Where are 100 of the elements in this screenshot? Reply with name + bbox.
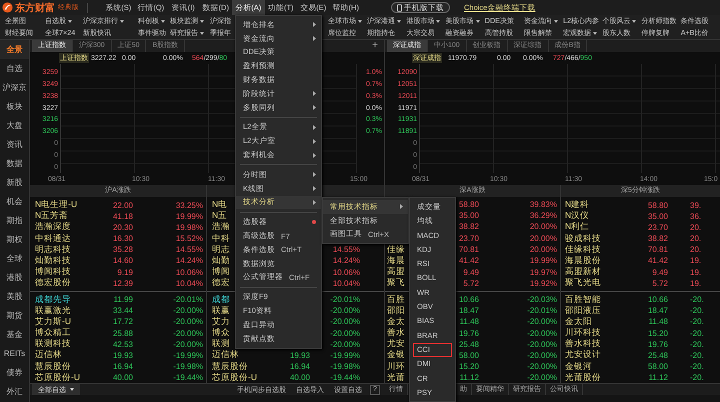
stock-name[interactable]: 中科通达 bbox=[35, 232, 71, 245]
stock-name[interactable]: N五芳斋 bbox=[35, 210, 68, 222]
stock-name[interactable]: 金银 bbox=[387, 349, 405, 362]
stock-name[interactable]: 博众精工 bbox=[35, 327, 71, 340]
submenu-arrow-icon bbox=[313, 152, 316, 158]
stock-name[interactable]: 光莆 bbox=[387, 372, 405, 384]
stock-name[interactable]: 高盟 bbox=[387, 266, 405, 278]
stock-name[interactable]: 迈信林 bbox=[212, 349, 239, 362]
phone-icon bbox=[397, 4, 402, 12]
stock-name[interactable]: 成都 bbox=[212, 294, 230, 306]
stock-name[interactable]: 百胜智能 bbox=[565, 294, 601, 306]
sidebar-item[interactable]: 数据 bbox=[0, 154, 29, 173]
stock-name[interactable]: 博闻科技 bbox=[35, 266, 71, 278]
sidebar-item[interactable]: 基金 bbox=[0, 325, 29, 344]
stock-name[interactable]: 高盟新材 bbox=[565, 266, 601, 278]
stock-name[interactable]: 慧辰股份 bbox=[212, 360, 248, 373]
stock-change: 10.04% bbox=[332, 278, 360, 288]
stock-name[interactable]: 金太 bbox=[387, 316, 405, 328]
stock-name[interactable]: 艾力 bbox=[212, 316, 230, 328]
stock-name[interactable]: 明志 bbox=[212, 244, 230, 256]
stock-name[interactable]: 邵阳 bbox=[387, 304, 405, 317]
stock-name[interactable]: 海晨 bbox=[387, 254, 405, 267]
stock-price: 70.81 bbox=[458, 245, 479, 254]
stock-name[interactable]: 尤安 bbox=[387, 338, 405, 350]
sidebar-item[interactable]: 港股 bbox=[0, 268, 29, 287]
stock-name[interactable]: 金银河 bbox=[565, 360, 592, 373]
stock-name[interactable]: N利仁 bbox=[565, 221, 590, 234]
stock-name[interactable]: 尤安设计 bbox=[565, 349, 601, 362]
stock-name[interactable]: 慧辰股份 bbox=[35, 360, 71, 373]
stock-name[interactable]: 佳缘 bbox=[387, 244, 405, 256]
stock-name[interactable]: 川环 bbox=[387, 360, 405, 373]
sidebar-item[interactable]: 期权 bbox=[0, 230, 29, 249]
stock-price: 58.00 bbox=[458, 350, 479, 360]
stock-name[interactable]: 善水科技 bbox=[565, 338, 601, 350]
stock-name[interactable]: 百胜 bbox=[387, 294, 405, 306]
sidebar-item[interactable]: 沪深京 bbox=[0, 78, 29, 97]
stock-change: 19. bbox=[690, 256, 702, 266]
sidebar-item[interactable]: 全景 bbox=[0, 40, 29, 59]
stock-name[interactable]: N汉仪 bbox=[565, 210, 590, 222]
sidebar-item[interactable]: 期指 bbox=[0, 211, 29, 230]
stock-name[interactable]: 善水 bbox=[387, 327, 405, 340]
stock-name[interactable]: 佳缘科技 bbox=[565, 244, 601, 256]
stock-price: 38.82 bbox=[458, 222, 479, 232]
stock-name[interactable]: 邵阳液压 bbox=[565, 304, 601, 317]
logo-icon bbox=[2, 2, 13, 13]
new-dot-icon bbox=[312, 220, 316, 224]
stock-name[interactable]: 芯原股份-U bbox=[35, 372, 80, 384]
stock-name[interactable]: N电 bbox=[212, 199, 228, 211]
sidebar-item[interactable]: 新股 bbox=[0, 173, 29, 192]
stock-name[interactable]: 浩瀚 bbox=[212, 221, 230, 234]
stock-name[interactable]: 联赢 bbox=[212, 304, 230, 317]
stock-name[interactable]: 博众 bbox=[212, 327, 230, 340]
stock-change: 14.24% bbox=[176, 256, 203, 266]
stock-name[interactable]: 迈信林 bbox=[35, 349, 62, 362]
stock-name[interactable]: N五 bbox=[212, 210, 228, 222]
stock-name[interactable]: 博闻 bbox=[212, 266, 230, 278]
stock-change: -19.98% bbox=[330, 362, 360, 372]
stock-change: -19.99% bbox=[173, 350, 203, 360]
stock-change: 36. bbox=[690, 212, 702, 221]
sidebar-item[interactable]: 全球 bbox=[0, 249, 29, 268]
stock-name[interactable]: 德宏股份 bbox=[35, 277, 71, 290]
stock-name[interactable]: 联测 bbox=[212, 338, 230, 350]
stock-name[interactable]: 艾力斯-U bbox=[35, 316, 71, 328]
sidebar-item[interactable]: 债券 bbox=[0, 363, 29, 382]
stock-name[interactable]: 海晨股份 bbox=[565, 254, 601, 267]
stock-price: 11.12 bbox=[648, 373, 668, 382]
sidebar-item[interactable]: 大盘 bbox=[0, 116, 29, 135]
stock-price: 10.66 bbox=[648, 295, 668, 304]
stock-name[interactable]: 金太阳 bbox=[565, 316, 592, 328]
stock-price: 10.66 bbox=[458, 295, 479, 304]
caret-icon bbox=[632, 20, 636, 22]
stock-price: 18.47 bbox=[648, 306, 668, 316]
sidebar-item[interactable]: 美股 bbox=[0, 287, 29, 306]
sidebar-item[interactable]: 资讯 bbox=[0, 135, 29, 154]
sidebar-item[interactable]: 期货 bbox=[0, 306, 29, 325]
sidebar-item[interactable]: 板块 bbox=[0, 97, 29, 116]
stock-name[interactable]: 德宏 bbox=[212, 277, 230, 290]
stock-name[interactable]: 芯原股份-U bbox=[212, 372, 257, 384]
stock-name[interactable]: 联测科技 bbox=[35, 338, 71, 350]
stock-name[interactable]: 成都先导 bbox=[35, 294, 71, 306]
stock-name[interactable]: 聚飞 bbox=[387, 277, 405, 290]
stock-name[interactable]: N电生理-U bbox=[35, 199, 78, 211]
stock-name[interactable]: 光莆股份 bbox=[565, 372, 601, 384]
stock-name[interactable]: 灿勤 bbox=[212, 254, 230, 267]
sidebar-item[interactable]: 机会 bbox=[0, 192, 29, 211]
stock-name[interactable]: 中科 bbox=[212, 232, 230, 245]
sidebar-item[interactable]: REITs bbox=[0, 344, 29, 363]
stock-name[interactable]: 聚飞光电 bbox=[565, 277, 601, 290]
caret-icon bbox=[200, 32, 204, 34]
stock-name[interactable]: 灿勤科技 bbox=[35, 254, 71, 267]
stock-name[interactable]: 浩瀚深度 bbox=[35, 221, 71, 234]
stock-name[interactable]: 骏成科技 bbox=[565, 232, 601, 245]
stock-name[interactable]: 联赢激光 bbox=[35, 304, 71, 317]
stock-name[interactable]: 明志科技 bbox=[35, 244, 71, 256]
sidebar-item[interactable]: 自选 bbox=[0, 59, 29, 78]
stock-change: -20.00% bbox=[173, 340, 203, 349]
stock-name[interactable]: 川环科技 bbox=[565, 327, 601, 340]
stock-name[interactable]: N建科 bbox=[565, 199, 590, 211]
add-tab-button[interactable]: + bbox=[366, 40, 384, 52]
sidebar-item[interactable]: 外汇 bbox=[0, 382, 29, 401]
